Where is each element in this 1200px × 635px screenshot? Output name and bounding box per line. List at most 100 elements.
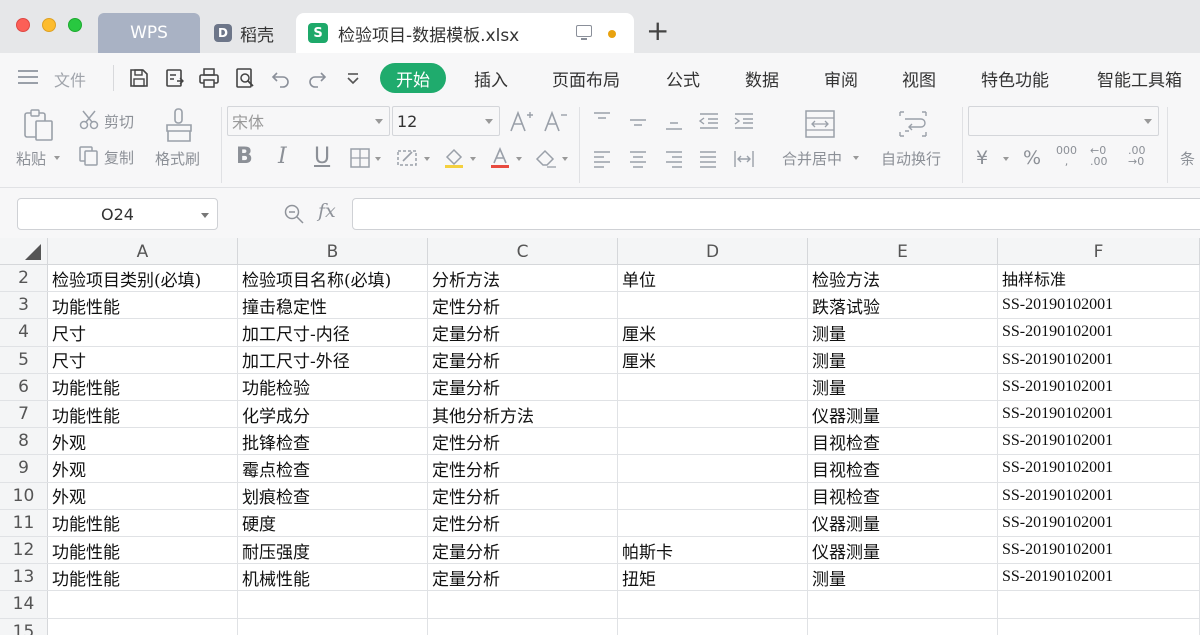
cell-style-dropdown-icon[interactable] [424, 157, 430, 161]
copy-icon[interactable] [78, 145, 100, 167]
conditional-format-button[interactable]: 条 [1180, 148, 1195, 169]
cell-d[interactable] [618, 618, 808, 635]
borders-dropdown-icon[interactable] [375, 157, 381, 161]
cell-b[interactable]: 化学成分 [238, 401, 428, 428]
cell-b[interactable]: 检验项目名称(必填) [238, 265, 428, 292]
align-right-icon[interactable] [664, 149, 684, 169]
font-size-select[interactable]: 12 [392, 106, 500, 136]
monitor-icon[interactable] [576, 25, 592, 40]
bold-icon[interactable]: B [236, 144, 253, 169]
cell-b[interactable]: 批锋检查 [238, 428, 428, 455]
cell-f[interactable]: SS-20190102001 [998, 292, 1200, 319]
cell-b[interactable]: 加工尺寸-外径 [238, 346, 428, 373]
cell-e[interactable]: 目视检查 [808, 482, 998, 509]
cell-c[interactable]: 定性分析 [428, 509, 618, 536]
cell-c[interactable] [428, 618, 618, 635]
row-header[interactable]: 6 [0, 373, 48, 400]
cell-b[interactable] [238, 618, 428, 635]
merge-dropdown-icon[interactable] [853, 156, 859, 160]
print-icon[interactable] [198, 67, 220, 89]
maximize-window-button[interactable] [68, 18, 82, 32]
row-header[interactable]: 5 [0, 346, 48, 373]
cell-e[interactable]: 测量 [808, 373, 998, 400]
cell-a[interactable]: 功能性能 [48, 537, 238, 564]
customize-toolbar-icon[interactable] [342, 67, 364, 89]
cell-style-icon[interactable] [396, 147, 418, 169]
cell-d[interactable]: 单位 [618, 265, 808, 292]
menu-tab-formulas[interactable]: 公式 [666, 66, 700, 91]
cell-f[interactable]: SS-20190102001 [998, 482, 1200, 509]
cell-c[interactable]: 定性分析 [428, 455, 618, 482]
name-box[interactable]: O24 [17, 198, 218, 230]
cell-a[interactable]: 外观 [48, 482, 238, 509]
cell-d[interactable] [618, 509, 808, 536]
print-preview-icon[interactable] [234, 67, 256, 89]
minimize-window-button[interactable] [42, 18, 56, 32]
formula-input[interactable] [352, 198, 1200, 230]
cell-b[interactable]: 耐压强度 [238, 537, 428, 564]
cell-f[interactable]: SS-20190102001 [998, 564, 1200, 591]
format-painter-button[interactable]: 格式刷 [155, 148, 200, 169]
menu-tab-data[interactable]: 数据 [745, 66, 779, 91]
cell-c[interactable]: 分析方法 [428, 265, 618, 292]
cell-e[interactable] [808, 591, 998, 618]
zoom-search-icon[interactable] [283, 203, 305, 225]
menu-tab-review[interactable]: 审阅 [824, 66, 858, 91]
menu-tab-view[interactable]: 视图 [902, 66, 936, 91]
menu-tab-special[interactable]: 特色功能 [981, 66, 1049, 91]
align-top-icon[interactable] [592, 111, 612, 131]
align-center-icon[interactable] [628, 149, 648, 169]
cell-d[interactable] [618, 292, 808, 319]
font-name-select[interactable]: 宋体 [227, 106, 390, 136]
currency-icon[interactable]: ¥ [976, 147, 988, 169]
paste-dropdown-icon[interactable] [54, 156, 60, 160]
cell-b[interactable]: 硬度 [238, 509, 428, 536]
cell-d[interactable] [618, 401, 808, 428]
row-header[interactable]: 3 [0, 292, 48, 319]
row-header[interactable]: 14 [0, 591, 48, 618]
cell-e[interactable]: 仪器测量 [808, 537, 998, 564]
cell-a[interactable]: 尺寸 [48, 346, 238, 373]
cell-c[interactable]: 其他分析方法 [428, 401, 618, 428]
menu-file[interactable]: 文件 [54, 67, 86, 91]
cell-a[interactable]: 功能性能 [48, 373, 238, 400]
row-header[interactable]: 13 [0, 564, 48, 591]
cell-e[interactable]: 目视检查 [808, 455, 998, 482]
increase-indent-icon[interactable] [733, 111, 755, 131]
cell-a[interactable]: 外观 [48, 428, 238, 455]
column-header-b[interactable]: B [238, 238, 428, 265]
decrease-font-icon[interactable] [543, 109, 569, 133]
copy-button[interactable]: 复制 [104, 147, 134, 168]
fill-color-dropdown-icon[interactable] [470, 157, 476, 161]
cell-c[interactable]: 定性分析 [428, 292, 618, 319]
cell-f[interactable]: SS-20190102001 [998, 428, 1200, 455]
row-header[interactable]: 4 [0, 319, 48, 346]
cell-f[interactable]: SS-20190102001 [998, 509, 1200, 536]
cell-c[interactable]: 定量分析 [428, 537, 618, 564]
undo-icon[interactable] [270, 67, 292, 89]
cell-b[interactable]: 霉点检查 [238, 455, 428, 482]
underline-icon[interactable]: U [314, 144, 330, 169]
cell-e[interactable]: 仪器测量 [808, 509, 998, 536]
cell-c[interactable]: 定性分析 [428, 428, 618, 455]
column-header-e[interactable]: E [808, 238, 998, 265]
menu-tab-page-layout[interactable]: 页面布局 [552, 66, 620, 91]
wrap-text-icon[interactable] [897, 109, 929, 139]
cell-e[interactable]: 测量 [808, 346, 998, 373]
tab-daoke[interactable]: D 稻壳 [204, 13, 292, 53]
cell-f[interactable]: 抽样标准 [998, 265, 1200, 292]
cell-d[interactable] [618, 455, 808, 482]
cell-d[interactable] [618, 428, 808, 455]
percent-icon[interactable]: % [1023, 147, 1041, 169]
justify-icon[interactable] [698, 149, 718, 169]
cell-a[interactable]: 功能性能 [48, 564, 238, 591]
cell-f[interactable]: SS-20190102001 [998, 373, 1200, 400]
currency-dropdown-icon[interactable] [1003, 157, 1009, 161]
align-middle-icon[interactable] [628, 111, 648, 131]
cell-d[interactable]: 厘米 [618, 319, 808, 346]
cell-d[interactable]: 扭矩 [618, 564, 808, 591]
menu-tab-home[interactable]: 开始 [380, 63, 446, 93]
thousands-separator-icon[interactable]: 000, [1056, 145, 1077, 167]
font-color-dropdown-icon[interactable] [516, 157, 522, 161]
cell-f[interactable] [998, 618, 1200, 635]
